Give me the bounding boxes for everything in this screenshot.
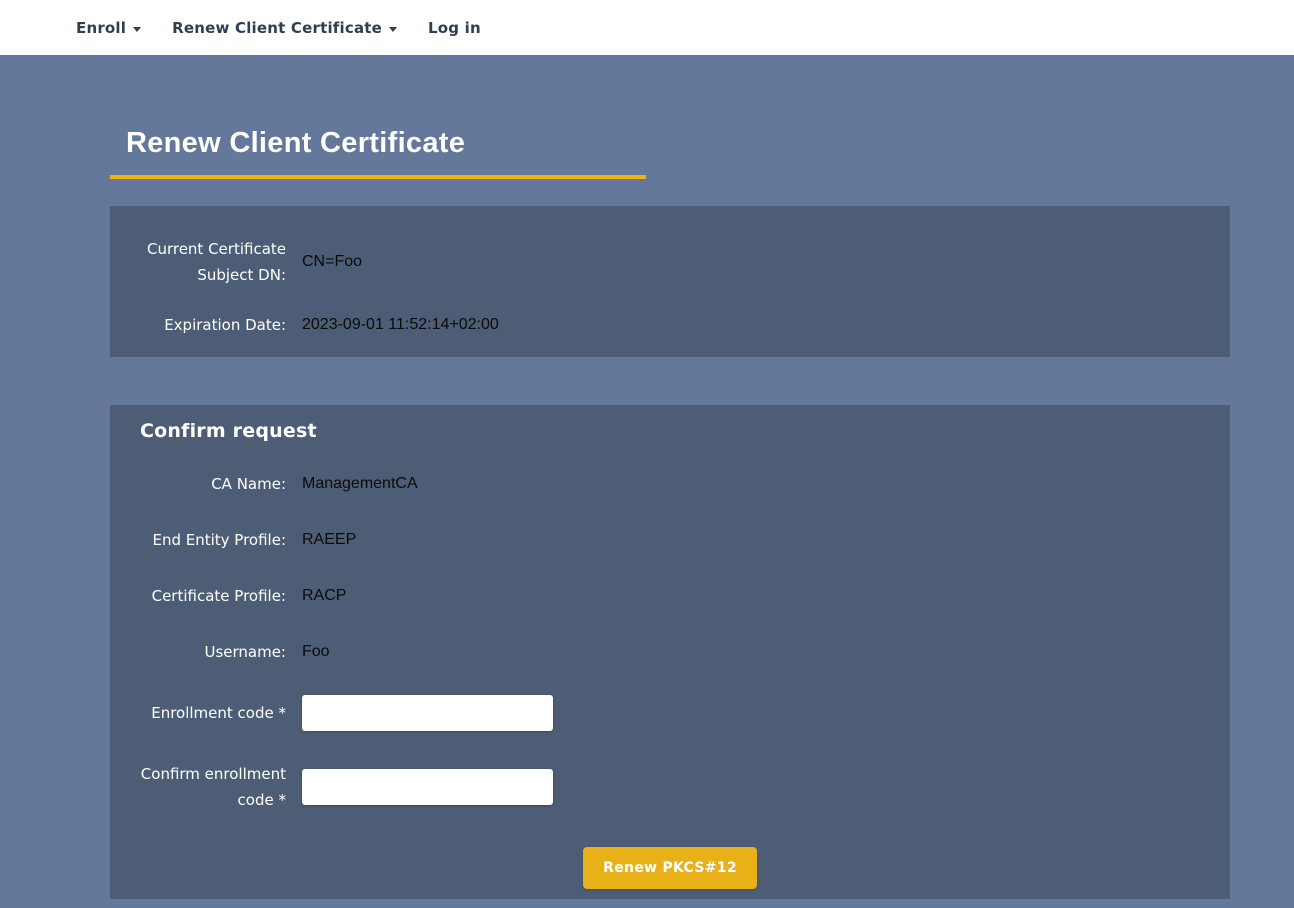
chevron-down-icon xyxy=(133,27,141,32)
expiration-date-value: 2023-09-01 11:52:14+02:00 xyxy=(302,316,499,334)
username-value: Foo xyxy=(302,643,330,661)
nav-item-enroll[interactable]: Enroll xyxy=(76,19,141,37)
nav-item-renew-client-certificate[interactable]: Renew Client Certificate xyxy=(172,19,397,37)
page-background: Renew Client Certificate Current Certifi… xyxy=(0,55,1294,908)
title-underline xyxy=(110,175,646,179)
end-entity-profile-value: RAEEP xyxy=(302,531,356,549)
ca-name-label: CA Name: xyxy=(140,471,286,497)
subject-dn-label: Current Certificate Subject DN: xyxy=(140,236,286,288)
confirm-request-panel: Confirm request CA Name: ManagementCA En… xyxy=(110,405,1230,899)
nav-item-renew-label: Renew Client Certificate xyxy=(172,19,382,37)
username-row: Username: Foo xyxy=(140,639,1200,665)
certificate-profile-row: Certificate Profile: RACP xyxy=(140,583,1200,609)
button-row: Renew PKCS#12 xyxy=(140,847,1200,889)
nav-item-log-in[interactable]: Log in xyxy=(428,19,481,37)
ca-name-row: CA Name: ManagementCA xyxy=(140,471,1200,497)
enrollment-code-input[interactable] xyxy=(302,695,553,731)
title-block: Renew Client Certificate xyxy=(110,55,1230,179)
subject-dn-row: Current Certificate Subject DN: CN=Foo xyxy=(140,236,1200,288)
username-label: Username: xyxy=(140,639,286,665)
end-entity-profile-row: End Entity Profile: RAEEP xyxy=(140,527,1200,553)
enrollment-code-label: Enrollment code * xyxy=(140,700,286,726)
current-certificate-panel: Current Certificate Subject DN: CN=Foo E… xyxy=(110,206,1230,357)
certificate-profile-value: RACP xyxy=(302,587,346,605)
confirm-enrollment-code-input[interactable] xyxy=(302,769,553,805)
chevron-down-icon xyxy=(389,27,397,32)
certificate-profile-label: Certificate Profile: xyxy=(140,583,286,609)
subject-dn-value: CN=Foo xyxy=(302,253,362,271)
ca-name-value: ManagementCA xyxy=(302,475,418,493)
confirm-enrollment-code-row: Confirm enrollment code * xyxy=(140,761,1200,813)
page-title: Renew Client Certificate xyxy=(110,127,1230,160)
renew-pkcs12-button[interactable]: Renew PKCS#12 xyxy=(583,847,757,889)
nav-item-enroll-label: Enroll xyxy=(76,19,126,37)
nav-item-login-label: Log in xyxy=(428,19,481,37)
enrollment-code-row: Enrollment code * xyxy=(140,695,1200,731)
expiration-date-row: Expiration Date: 2023-09-01 11:52:14+02:… xyxy=(140,312,1200,338)
confirm-enrollment-code-label: Confirm enrollment code * xyxy=(140,761,286,813)
confirm-request-heading: Confirm request xyxy=(140,420,1200,442)
expiration-date-label: Expiration Date: xyxy=(140,312,286,338)
top-navbar: Enroll Renew Client Certificate Log in xyxy=(0,0,1294,55)
end-entity-profile-label: End Entity Profile: xyxy=(140,527,286,553)
